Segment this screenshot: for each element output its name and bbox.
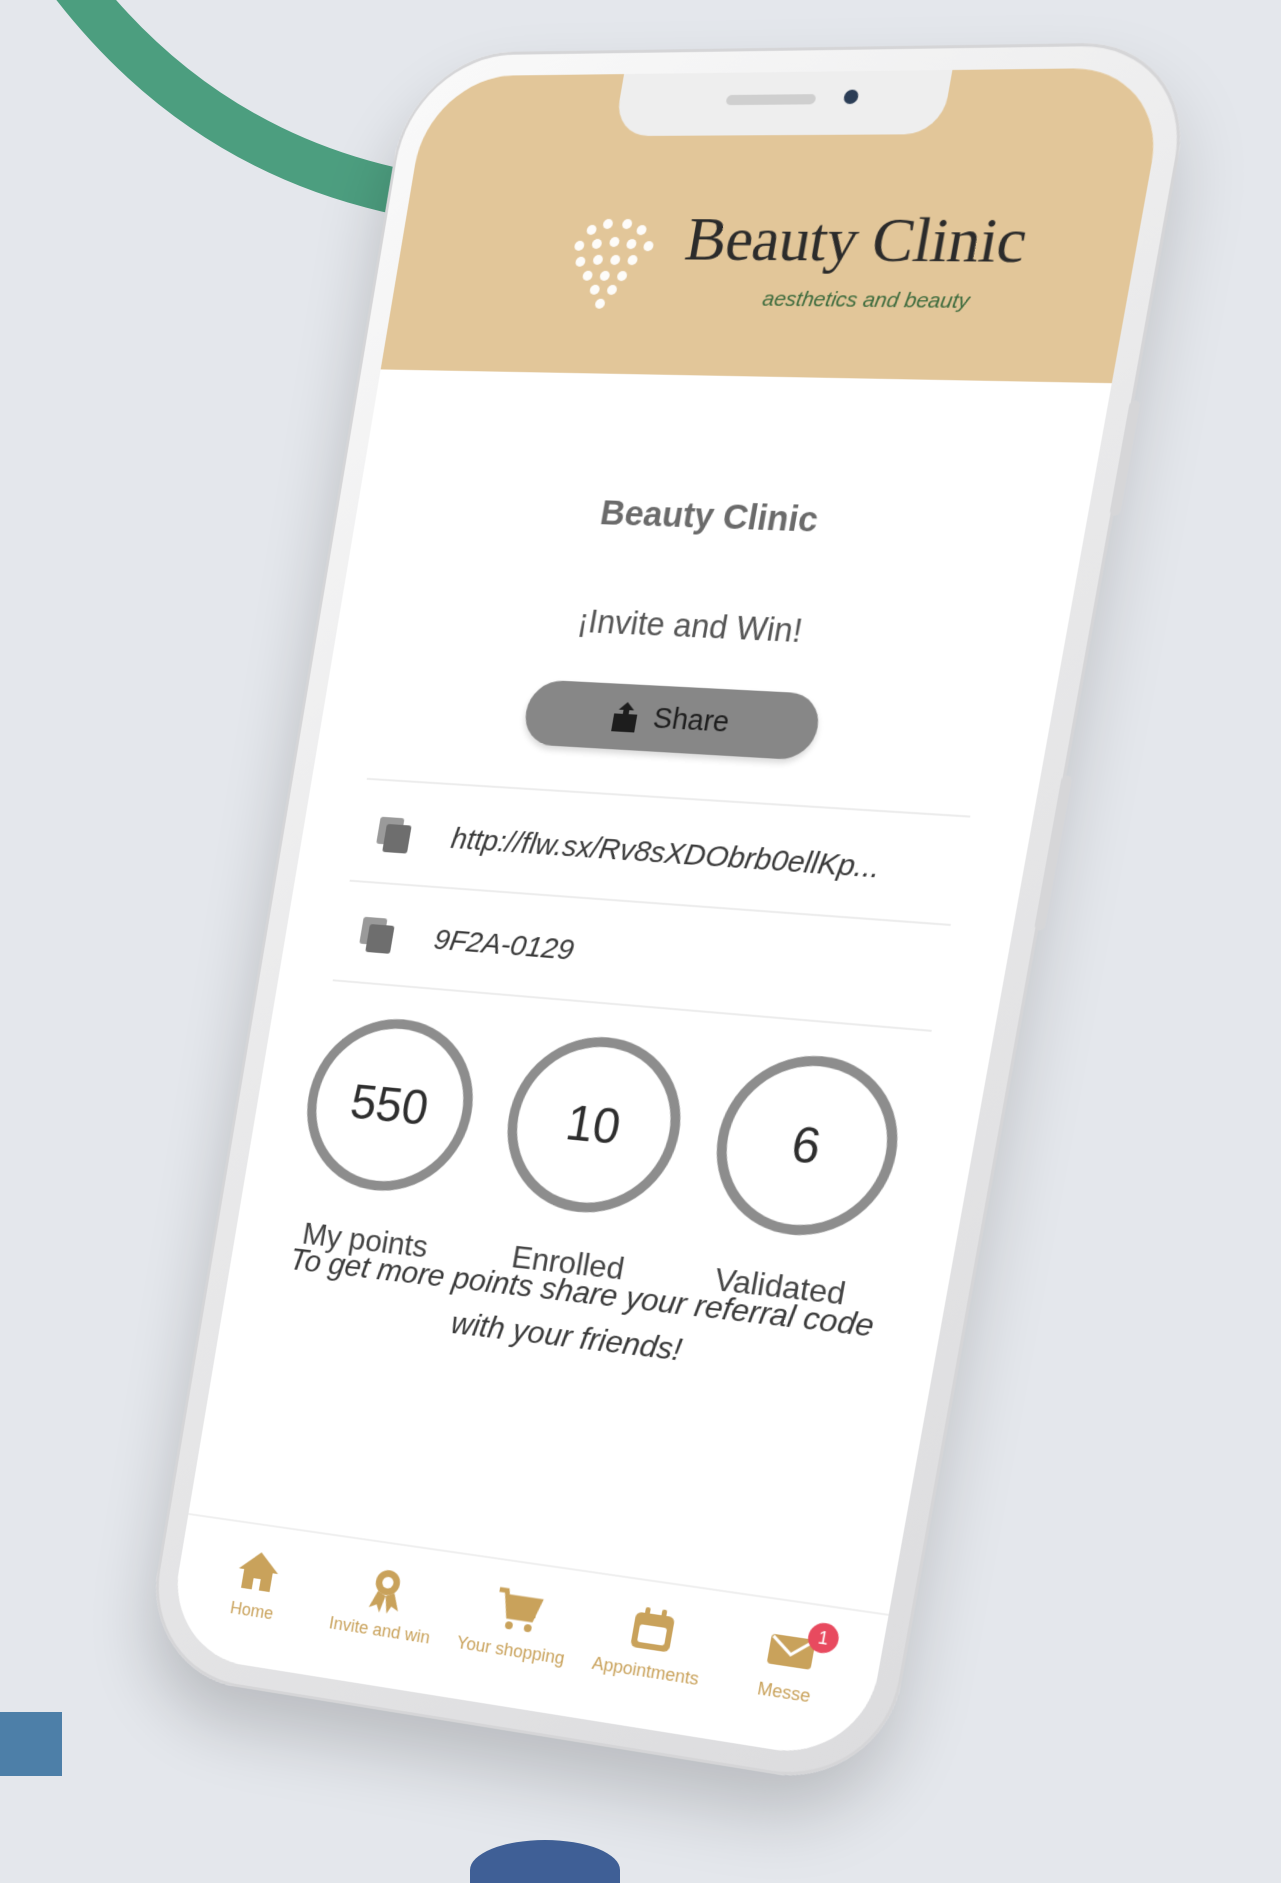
cart-icon <box>489 1581 547 1633</box>
blue-blob-decoration <box>470 1840 620 1883</box>
nav-label: Invite and win <box>327 1612 432 1648</box>
award-icon <box>367 1568 402 1616</box>
stat-validated: 6 Validated <box>690 1048 913 1316</box>
bottom-nav: Home Invite and win Your shopping Appoin… <box>165 1513 889 1764</box>
nav-label: Messe <box>755 1678 813 1707</box>
share-upload-icon <box>611 701 638 733</box>
nav-label: Your shopping <box>455 1632 567 1669</box>
nav-label: Appointments <box>590 1653 701 1689</box>
heart-of-sparkles-icon <box>573 218 654 309</box>
phone-mockup: Beauty Clinic aesthetics and beauty Beau… <box>6 39 1281 1863</box>
referral-link-row[interactable]: http://flw.sx/Rv8sXDObrb0ellKp... <box>370 800 987 911</box>
stat-my-points: 550 My points <box>283 1012 487 1267</box>
nav-home[interactable]: Home <box>181 1538 325 1675</box>
stat-ring: 10 <box>493 1030 695 1222</box>
referral-code: 9F2A-0129 <box>431 923 577 967</box>
speaker-grille <box>725 94 817 106</box>
stat-ring: 550 <box>294 1012 487 1199</box>
brand-tagline: aesthetics and beauty <box>760 287 972 314</box>
side-button <box>1033 775 1073 931</box>
share-button-label: Share <box>650 702 732 739</box>
copy-icon[interactable] <box>373 815 416 856</box>
nav-messages[interactable]: 1 Messe <box>705 1615 867 1761</box>
share-button[interactable]: Share <box>520 679 824 761</box>
app-screen: Beauty Clinic aesthetics and beauty Beau… <box>165 67 1170 1764</box>
side-button <box>1109 400 1141 516</box>
brand-name: Beauty Clinic <box>680 205 1033 277</box>
blue-bar-decoration <box>0 1712 62 1776</box>
phone-notch <box>613 69 953 137</box>
nav-invite-and-win[interactable]: Invite and win <box>306 1556 454 1695</box>
invite-title: ¡Invite and Win! <box>575 602 806 650</box>
calendar-icon <box>629 1607 675 1653</box>
stat-ring: 6 <box>702 1048 913 1245</box>
nav-label: Home <box>228 1597 275 1624</box>
nav-your-shopping[interactable]: Your shopping <box>435 1575 588 1716</box>
stat-enrolled: 10 Enrolled <box>482 1030 695 1291</box>
front-camera <box>842 89 860 105</box>
scene: Beauty Clinic aesthetics and beauty Beau… <box>0 0 1281 1883</box>
phone-body: Beauty Clinic aesthetics and beauty Beau… <box>140 41 1200 1792</box>
referral-link: http://flw.sx/Rv8sXDObrb0ellKp... <box>448 822 884 885</box>
nav-appointments[interactable]: Appointments <box>568 1595 725 1739</box>
copy-icon[interactable] <box>356 915 399 956</box>
clinic-title: Beauty Clinic <box>597 493 822 540</box>
home-icon <box>235 1549 282 1593</box>
